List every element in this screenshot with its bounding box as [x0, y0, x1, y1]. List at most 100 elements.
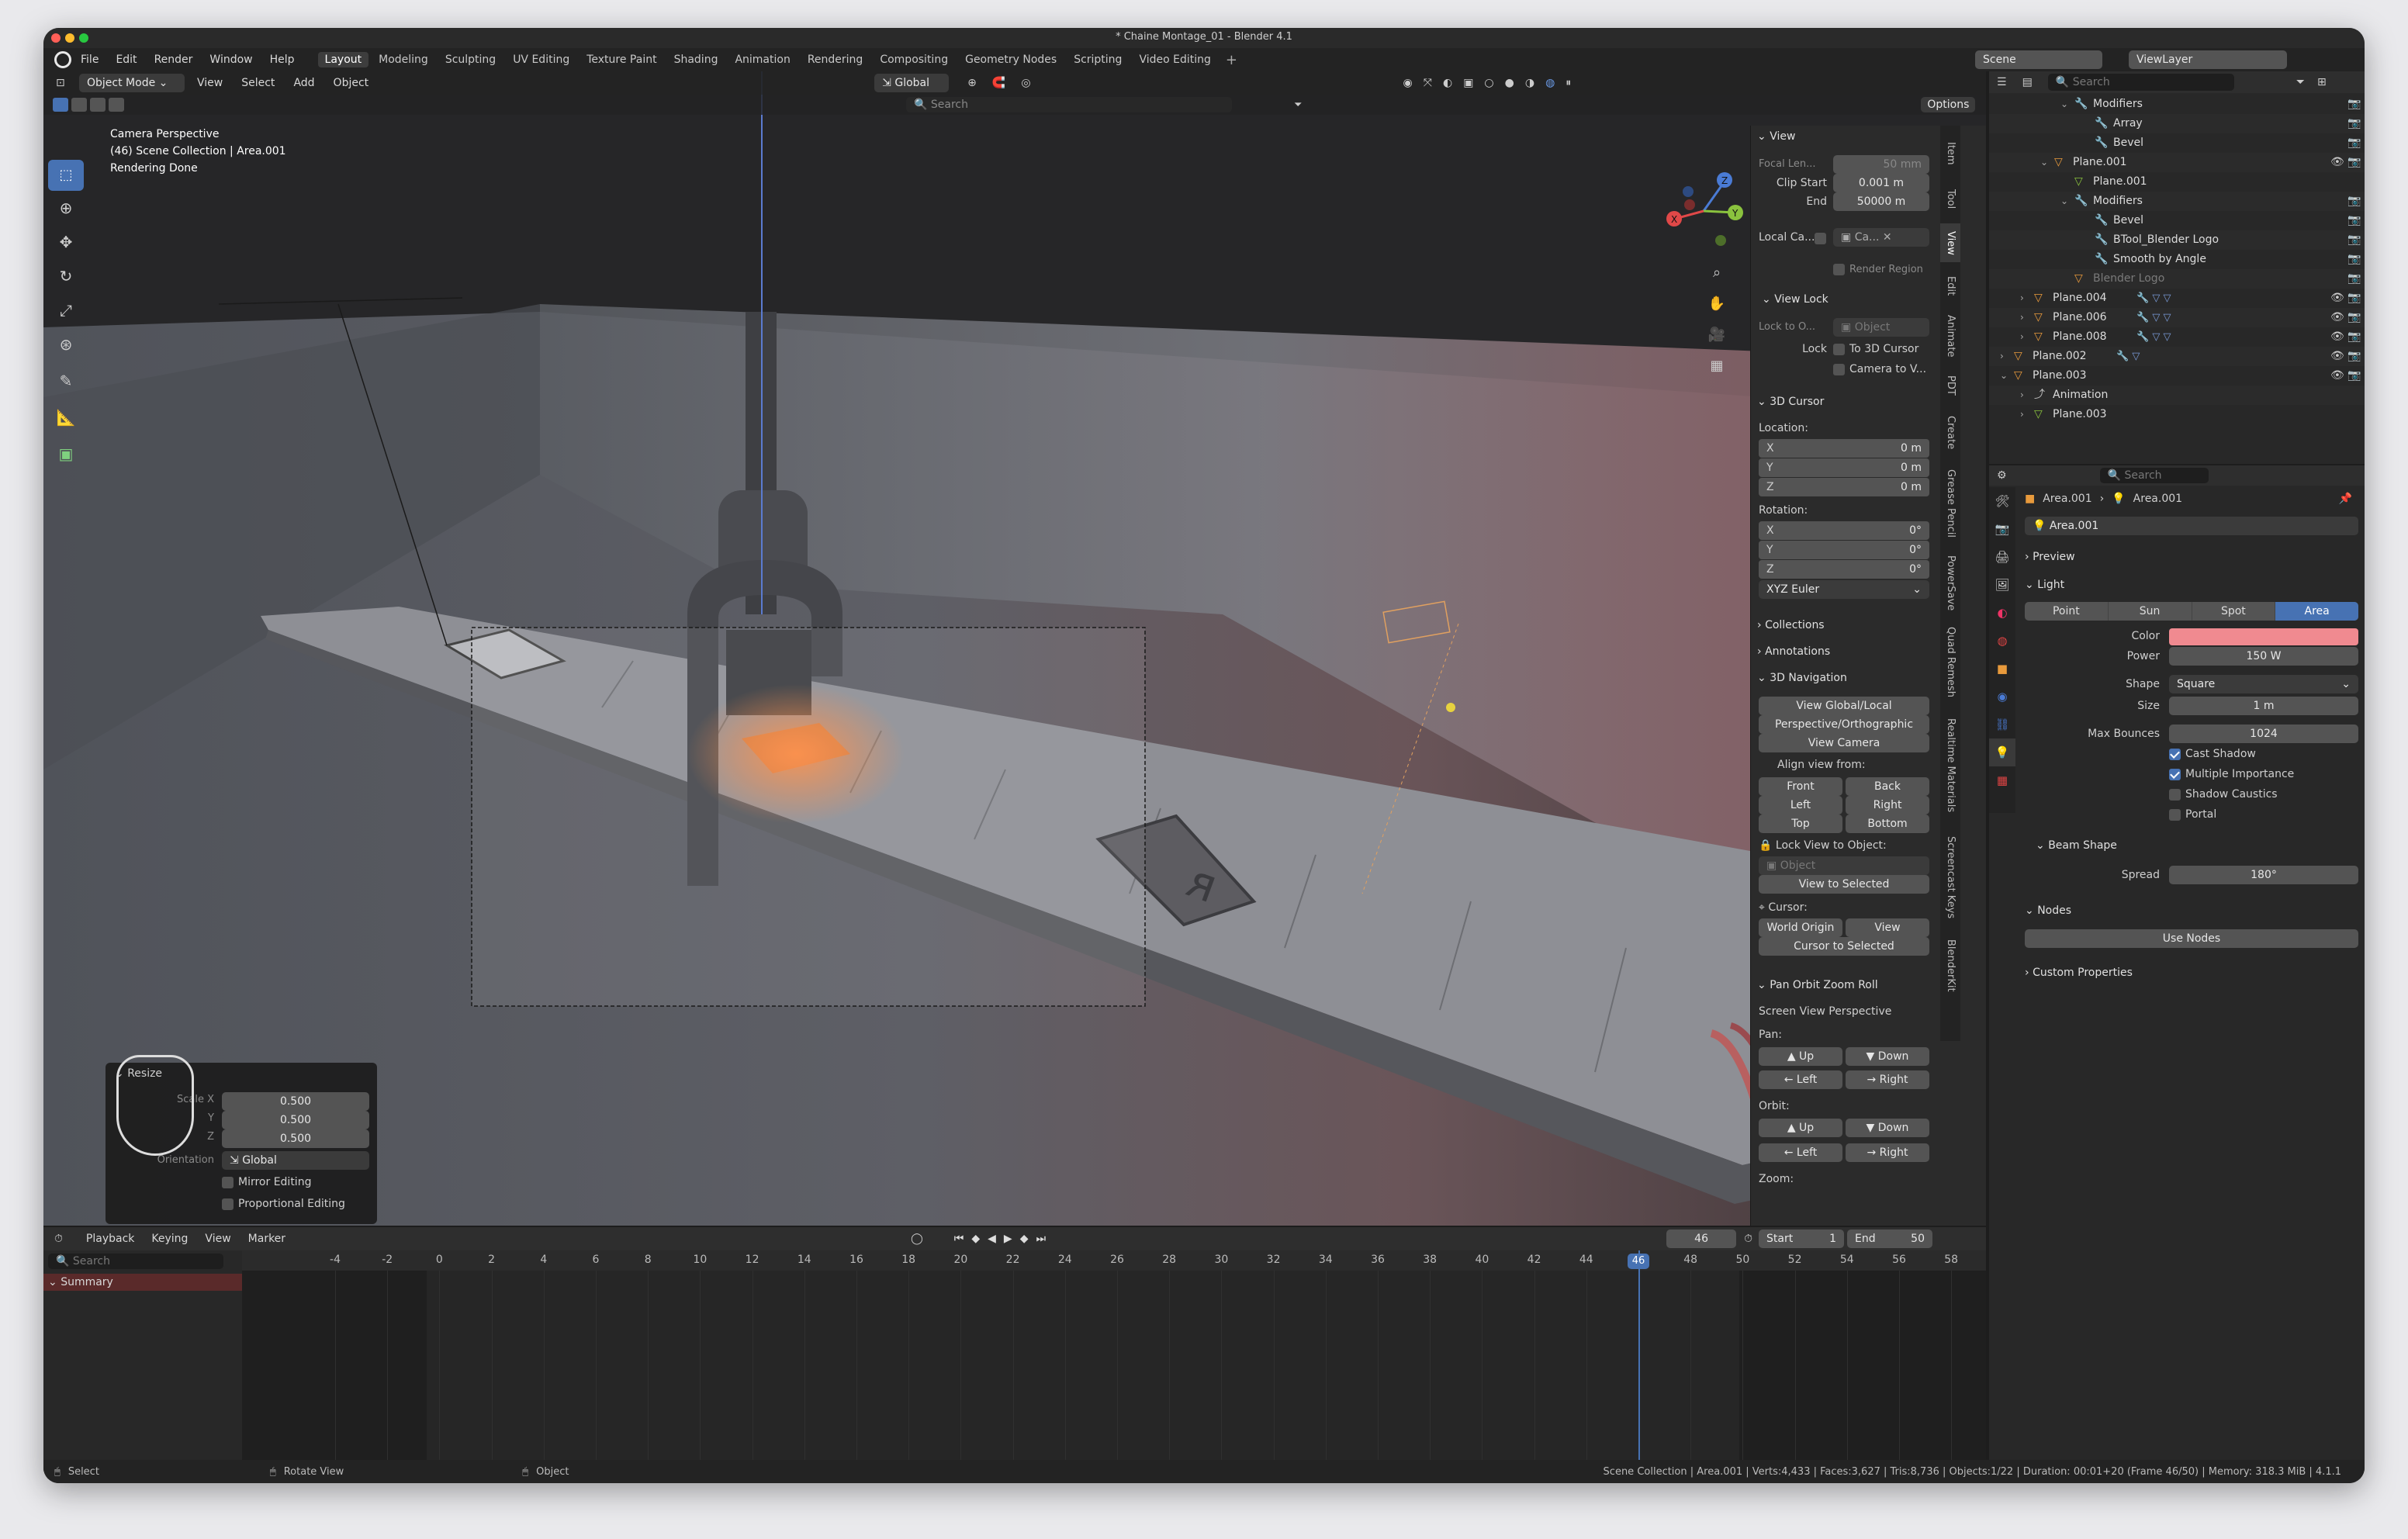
outliner-item-name[interactable]: Plane.003: [2033, 366, 2087, 386]
render-camera-icon[interactable]: 📷: [2347, 230, 2361, 250]
timeline-menu-keying[interactable]: Keying: [151, 1233, 188, 1245]
mirror-editing-checkbox[interactable]: Mirror Editing: [222, 1176, 311, 1188]
move-tool-icon[interactable]: ✥: [48, 225, 84, 259]
power-field[interactable]: 150 W: [2169, 647, 2358, 666]
outliner-row[interactable]: › ▽ Plane.004 🔧 ▽ ▽ 👁 📷: [1989, 289, 2365, 308]
outliner-item-name[interactable]: Blender Logo: [2093, 269, 2164, 289]
sidebar-tab-grease-pencil[interactable]: Grease Pencil: [1940, 461, 1960, 546]
shading-rendered-icon[interactable]: ◍: [1545, 77, 1555, 89]
measure-tool-icon[interactable]: 📐: [48, 400, 84, 434]
custom-properties-header[interactable]: › Custom Properties: [2025, 962, 2133, 984]
editor-type-icon[interactable]: ⊡: [56, 77, 71, 89]
options-button[interactable]: Options: [1921, 97, 1976, 112]
select-subtract-icon[interactable]: [90, 98, 106, 112]
local-camera-checkbox[interactable]: [1815, 233, 1826, 244]
outliner-row[interactable]: ⌄ 🔧 Modifiers 📷: [1989, 95, 2365, 114]
spread-field[interactable]: 180°: [2169, 866, 2358, 884]
scene-tab-icon[interactable]: ◐: [1989, 599, 2015, 627]
outliner-row[interactable]: › ▽ Plane.006 🔧 ▽ ▽ 👁 📷: [1989, 308, 2365, 327]
light-data-tab-icon[interactable]: 💡: [1989, 738, 2015, 766]
cursor-view-button[interactable]: View: [1846, 918, 1929, 937]
expand-arrow-icon[interactable]: ⌄: [2060, 192, 2068, 211]
render-camera-icon[interactable]: 📷: [2347, 327, 2361, 347]
orbit-down-button[interactable]: ▼ Down: [1846, 1119, 1929, 1137]
use-nodes-button[interactable]: Use Nodes: [2025, 929, 2358, 948]
render-tab-icon[interactable]: 📷: [1989, 515, 2015, 543]
cursor-rotation-y-field[interactable]: Y 0°: [1759, 541, 1929, 559]
viewport-menu-view[interactable]: View: [197, 77, 223, 89]
sidebar-tab-screencast-keys[interactable]: Screencast Keys: [1940, 828, 1960, 926]
scene-selector[interactable]: Scene: [1975, 50, 2102, 69]
workspace-tab-sculpting[interactable]: Sculpting: [438, 52, 503, 67]
physics-tab-icon[interactable]: ◉: [1989, 683, 2015, 711]
workspace-tab-rendering[interactable]: Rendering: [801, 52, 870, 67]
render-camera-icon[interactable]: 📷: [2347, 269, 2361, 289]
outliner-search[interactable]: 🔍 Search: [2047, 74, 2234, 91]
render-camera-icon[interactable]: 📷: [2347, 95, 2361, 114]
playhead[interactable]: [1638, 1250, 1640, 1475]
texture-tab-icon[interactable]: ▦: [1989, 766, 2015, 794]
shading-material-icon[interactable]: ◑: [1525, 77, 1534, 89]
end-frame-field[interactable]: End 50: [1847, 1229, 1932, 1248]
menu-help[interactable]: Help: [270, 54, 295, 66]
view-to-selected-button[interactable]: View to Selected: [1759, 875, 1929, 894]
expand-arrow-icon[interactable]: ⌄: [2040, 153, 2048, 172]
lock-to-3d-cursor-checkbox[interactable]: To 3D Cursor: [1833, 343, 1918, 355]
max-bounces-field[interactable]: 1024: [2169, 725, 2358, 743]
align-back-button[interactable]: Back: [1846, 777, 1929, 796]
overlay-icon[interactable]: ◐: [1443, 77, 1452, 89]
proportional-icon[interactable]: ◎: [1021, 77, 1030, 89]
visibility-eye-icon[interactable]: 👁: [2330, 289, 2344, 308]
outliner-item-name[interactable]: Plane.003: [2053, 405, 2107, 424]
pan-right-button[interactable]: → Right: [1846, 1070, 1929, 1089]
visibility-eye-icon[interactable]: 👁: [2330, 327, 2344, 347]
world-tab-icon[interactable]: ◍: [1989, 627, 2015, 655]
filter-icon[interactable]: ⏷: [1294, 99, 1302, 111]
expand-arrow-icon[interactable]: ›: [2020, 405, 2024, 424]
transform-tool-icon[interactable]: ⊛: [48, 327, 84, 361]
outliner-filter-icon[interactable]: ⏷: [2296, 76, 2305, 88]
perspective-orthographic-button[interactable]: Perspective/Orthographic: [1759, 715, 1929, 734]
outliner-item-name[interactable]: Array: [2113, 114, 2143, 133]
render-camera-icon[interactable]: 📷: [2347, 133, 2361, 153]
align-top-button[interactable]: Top: [1759, 814, 1842, 833]
render-camera-icon[interactable]: 📷: [2347, 153, 2361, 172]
cursor-location-y-field[interactable]: Y 0 m: [1759, 458, 1929, 477]
visibility-eye-icon[interactable]: 👁: [2330, 347, 2344, 366]
visibility-eye-icon[interactable]: 👁: [2330, 153, 2344, 172]
beam-shape-header[interactable]: ⌄ Beam Shape: [2036, 835, 2117, 856]
sidebar-tab-powersave[interactable]: PowerSave: [1940, 551, 1960, 616]
portal-checkbox[interactable]: Portal: [2169, 808, 2216, 821]
cursor-location-x-field[interactable]: X 0 m: [1759, 439, 1929, 458]
outliner-item-name[interactable]: Plane.006: [2053, 308, 2107, 327]
pin-icon[interactable]: 📌: [2339, 493, 2352, 505]
sidebar-tab-animate[interactable]: Animate: [1940, 310, 1960, 361]
workspace-tab-video-editing[interactable]: Video Editing: [1132, 52, 1217, 67]
lock-to-object-field[interactable]: ▣ Object: [1833, 318, 1929, 337]
sidebar-tab-realtime-materials[interactable]: Realtime Materials: [1940, 707, 1960, 824]
cursor-rotation-x-field[interactable]: X 0°: [1759, 521, 1929, 540]
expand-arrow-icon[interactable]: ⌄: [2000, 366, 2008, 386]
cursor-rotation-z-field[interactable]: Z 0°: [1759, 560, 1929, 579]
workspace-tab-compositing[interactable]: Compositing: [873, 52, 955, 67]
light-type-spot-button[interactable]: Spot: [2192, 602, 2276, 621]
menu-window[interactable]: Window: [209, 54, 252, 66]
constraints-tab-icon[interactable]: ⛓: [1989, 711, 2015, 738]
collections-header[interactable]: › Collections: [1757, 614, 1825, 636]
align-bottom-button[interactable]: Bottom: [1846, 814, 1929, 833]
sidebar-tab-create[interactable]: Create: [1940, 410, 1960, 456]
workspace-tab-layout[interactable]: Layout: [317, 52, 369, 67]
align-left-button[interactable]: Left: [1759, 796, 1842, 814]
view-panel-header[interactable]: ⌄ View: [1751, 126, 1960, 147]
outliner-editor-icon[interactable]: ☰: [1997, 76, 2007, 88]
world-origin-button[interactable]: World Origin: [1759, 918, 1842, 937]
multiple-importance-checkbox[interactable]: Multiple Importance: [2169, 768, 2294, 780]
channel-search[interactable]: 🔍 Search: [48, 1254, 223, 1269]
align-front-button[interactable]: Front: [1759, 777, 1842, 796]
play-reverse-icon[interactable]: ◀: [988, 1233, 996, 1245]
preview-header[interactable]: › Preview: [2025, 546, 2075, 568]
scale-x-field[interactable]: 0.500: [222, 1092, 369, 1111]
timeline-menu-playback[interactable]: Playback: [86, 1233, 134, 1245]
light-type-area-button[interactable]: Area: [2275, 602, 2358, 621]
lock-view-object-field[interactable]: ▣ Object: [1759, 856, 1929, 875]
